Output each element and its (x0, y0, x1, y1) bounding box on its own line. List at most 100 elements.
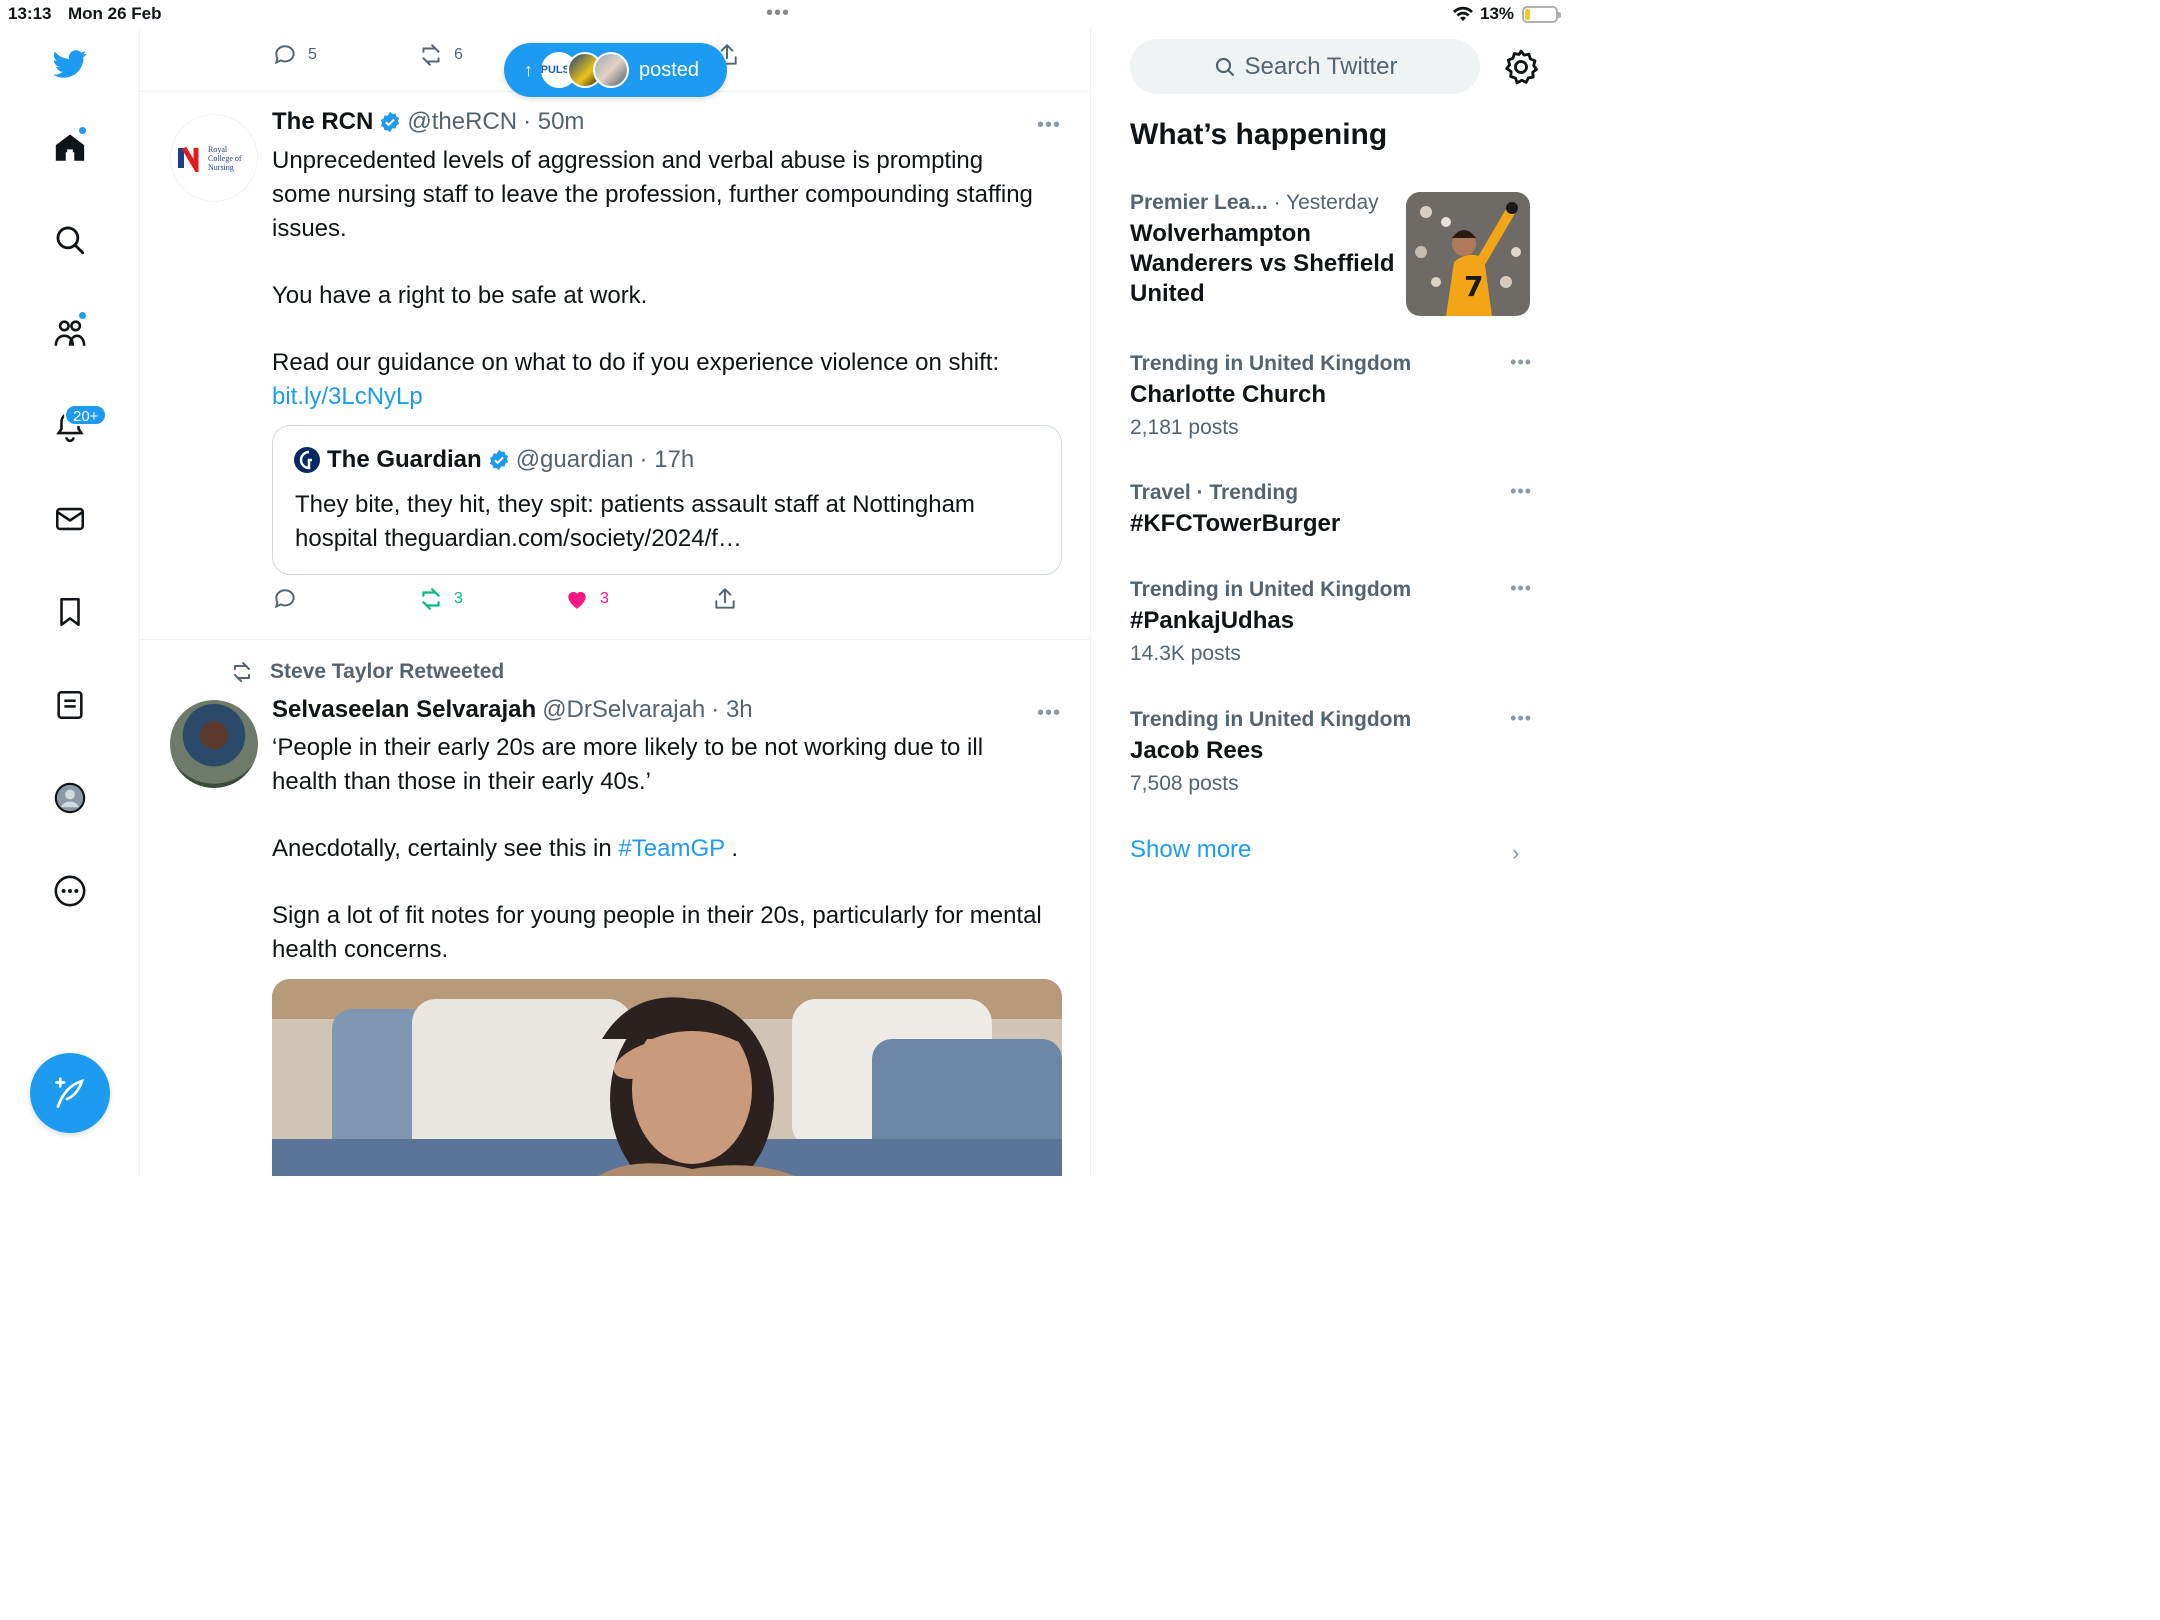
settings-gear-icon[interactable] (1502, 48, 1540, 86)
retweet-button[interactable]: 3 (418, 586, 463, 612)
trend-title: Jacob Rees (1130, 737, 1264, 764)
tweet-paragraph: You have a right to be safe at work. (272, 282, 648, 309)
author-name[interactable]: The RCN (272, 108, 373, 136)
trend-title: Charlotte Church (1130, 381, 1327, 408)
tweet-time[interactable]: · 3h (711, 696, 752, 724)
status-time: 13:13 (8, 4, 52, 23)
retweet-icon (234, 662, 250, 682)
section-title: What’s happening (1130, 118, 1388, 151)
trend-item[interactable]: Trending in United Kingdom Charlotte Chu… (1130, 352, 1532, 440)
guardian-avatar-icon (294, 447, 320, 473)
author-name[interactable]: Selvaseelan Selvarajah (272, 696, 536, 724)
left-navigation: 20+ (0, 28, 140, 1176)
tweet-paragraph: Sign a lot of fit notes for young people… (272, 902, 1042, 963)
retweet-count: 6 (454, 46, 463, 63)
profile-icon[interactable] (48, 776, 92, 820)
show-more-link[interactable]: Show more (1130, 836, 1251, 864)
tweet-link[interactable]: bit.ly/3LcNyLp (272, 383, 423, 410)
trend-post-count: 7,508 posts (1130, 772, 1239, 795)
tweet-text-segment: Anecdotally, certainly see this in (272, 835, 612, 862)
tweet[interactable]: Royal College of Nursing The RCN @theRCN… (140, 92, 1090, 640)
trend-more-icon[interactable]: ••• (1510, 578, 1532, 599)
tweet-time[interactable]: · 50m (523, 108, 584, 136)
compose-icon (55, 1077, 85, 1108)
reply-button[interactable]: 5 (272, 42, 317, 68)
battery-percent: 13% (1480, 4, 1515, 23)
avatar (593, 52, 629, 88)
arrow-up-icon: ↑ (524, 59, 533, 80)
home-unread-dot (78, 126, 87, 135)
trend-item[interactable]: Trending in United Kingdom Jacob Rees 7,… (1130, 708, 1532, 796)
tweet-actions: 3 3 (272, 586, 1062, 618)
tweet-more-icon[interactable]: ••• (1037, 114, 1061, 137)
quoted-tweet-time: · 17h (639, 446, 695, 473)
football-player-photo: 7 (1406, 192, 1530, 316)
quoted-author-handle: @guardian (515, 446, 634, 473)
status-date: Mon 26 Feb (68, 4, 162, 23)
wifi-icon (1453, 6, 1473, 21)
new-posts-pill[interactable]: ↑ PULSE posted (504, 43, 727, 97)
twitter-logo-icon[interactable] (48, 42, 92, 86)
search-placeholder: Search Twitter (1244, 52, 1398, 80)
retweet-icon (422, 44, 440, 66)
reply-icon (274, 45, 295, 65)
multitasking-dots-icon[interactable]: ••• (766, 2, 790, 25)
tweet-more-icon[interactable]: ••• (1037, 702, 1061, 725)
avatar[interactable]: Royal College of Nursing (170, 114, 258, 202)
compose-button[interactable] (30, 1053, 110, 1133)
heart-icon (568, 591, 586, 609)
battery-icon (1522, 6, 1561, 23)
quoted-tweet[interactable]: The Guardian @guardian · 17h They bite, … (272, 425, 1062, 575)
tweet-paragraph: Anecdotally, certainly see this in #Team… (272, 832, 1042, 866)
trend-title: #PankajUdhas (1130, 607, 1295, 634)
trend-title: #KFCTowerBurger (1130, 510, 1341, 537)
trend-category: Premier Lea... (1130, 191, 1268, 214)
trend-category: Trending in United Kingdom (1130, 352, 1412, 375)
share-button[interactable] (712, 586, 738, 612)
retweet-button[interactable]: 6 (418, 42, 463, 68)
lists-icon[interactable] (48, 683, 92, 727)
messages-icon[interactable] (48, 497, 92, 541)
notifications-badge: 20+ (64, 404, 108, 426)
tweet-image[interactable] (272, 979, 1062, 1176)
avatar[interactable] (170, 700, 258, 788)
retweeted-by-label[interactable]: Steve Taylor Retweeted (270, 660, 504, 684)
retweet-context: Steve Taylor Retweeted (228, 660, 504, 684)
trend-more-icon[interactable]: ••• (1510, 481, 1532, 502)
reply-icon (274, 589, 295, 609)
chevron-right-icon[interactable]: › (1512, 840, 1519, 866)
trend-item[interactable]: Trending in United Kingdom #PankajUdhas … (1130, 578, 1532, 666)
trend-category: Trending in United Kingdom (1130, 708, 1412, 731)
tweet[interactable]: Steve Taylor Retweeted Selvaseelan Selva… (140, 640, 1090, 1176)
trend-image[interactable]: 7 (1406, 192, 1530, 316)
trend-more-icon[interactable]: ••• (1510, 708, 1532, 729)
home-icon[interactable] (48, 126, 92, 170)
tweet-paragraph: ‘People in their early 20s are more like… (272, 734, 984, 795)
tweet-text: ‘People in their early 20s are more like… (272, 731, 1042, 967)
tweet-paragraph: Read our guidance on what to do if you e… (272, 349, 1000, 376)
tweet-text-segment: . (731, 835, 739, 862)
author-handle[interactable]: @theRCN (407, 108, 517, 136)
status-bar: 13:13 Mon 26 Feb ••• 13% (0, 0, 1568, 28)
tweet-photo (272, 979, 1062, 1176)
search-input[interactable]: Search Twitter (1130, 39, 1480, 94)
author-handle[interactable]: @DrSelvarajah (542, 696, 705, 724)
trend-category: Travel · Trending (1130, 481, 1299, 504)
search-icon (1215, 57, 1234, 76)
bookmarks-icon[interactable] (48, 590, 92, 634)
hashtag-link[interactable]: #TeamGP (618, 835, 724, 862)
reply-count: 5 (308, 46, 317, 63)
like-button[interactable]: 3 (564, 586, 609, 612)
trend-item[interactable]: Premier Lea... · Yesterday Wolverhampton… (1130, 191, 1400, 309)
trend-item[interactable]: Travel · Trending #KFCTowerBurger ••• (1130, 481, 1532, 539)
timeline[interactable]: 5 6 ↑ PULSE posted Royal College of Nurs… (140, 28, 1091, 1176)
svg-text:7: 7 (1464, 270, 1483, 303)
tweet-paragraph: Unprecedented levels of aggression and v… (272, 147, 1033, 242)
trend-post-count: 14.3K posts (1130, 642, 1241, 665)
reply-button[interactable] (272, 586, 298, 612)
search-icon[interactable] (48, 218, 92, 262)
trend-more-icon[interactable]: ••• (1510, 352, 1532, 373)
communities-icon[interactable] (48, 311, 92, 355)
quoted-author-name: The Guardian (327, 446, 482, 473)
more-icon[interactable] (48, 869, 92, 913)
